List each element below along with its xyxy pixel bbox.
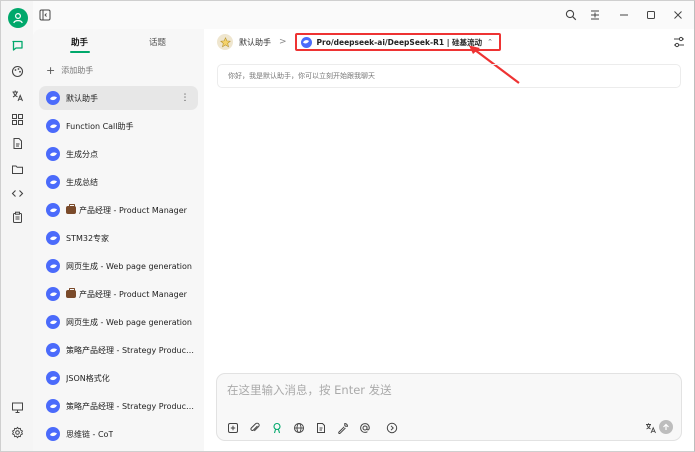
active-tab-indicator [70, 51, 90, 53]
expand-more-icon[interactable] [385, 421, 398, 434]
assistant-label: 产品经理 - Product Manager [79, 205, 187, 215]
assistant-list-item[interactable]: 默认助手 ⋮ [39, 86, 198, 110]
attachment-icon[interactable] [248, 421, 261, 434]
breadcrumb-assistant[interactable]: 默认助手 [239, 37, 271, 48]
plus-icon: + [46, 64, 56, 77]
new-topic-icon[interactable] [226, 421, 239, 434]
assistant-label: 策略产品经理 - Strategy Product Manager [66, 345, 196, 355]
search-icon[interactable] [563, 7, 579, 23]
sidebar-toggle-icon[interactable] [37, 7, 53, 23]
tab-topics[interactable]: 话题 [149, 36, 166, 48]
assistant-list-item[interactable]: 思维链 - CoT [39, 422, 198, 446]
user-avatar[interactable] [8, 8, 28, 28]
minimize-tray-icon[interactable] [587, 7, 603, 23]
user-icon [13, 12, 23, 24]
translate-input-icon[interactable] [644, 421, 657, 434]
translate-icon[interactable] [9, 87, 26, 104]
chat-icon[interactable] [9, 37, 26, 54]
code-icon[interactable] [9, 185, 26, 202]
assistant-list-item[interactable]: 生成总结 [39, 170, 198, 194]
window-minimize-icon[interactable] [616, 7, 632, 23]
mention-icon[interactable] [358, 421, 371, 434]
assistant-logo-icon [46, 427, 60, 441]
assistant-list-item[interactable]: 生成分点 [39, 142, 198, 166]
assistant-star-icon[interactable] [217, 34, 233, 50]
window-close-icon[interactable] [670, 7, 686, 23]
greeting-message: 你好，我是默认助手，你可以立刻开始跟我聊天 [217, 64, 681, 88]
assistant-logo-icon [46, 203, 60, 217]
assistant-logo-icon [46, 231, 60, 245]
assistant-logo-icon [46, 343, 60, 357]
add-assistant-button[interactable]: + 添加助手 [46, 65, 93, 76]
assistant-list-item[interactable]: Function Call助手 [39, 114, 198, 138]
window-maximize-icon[interactable] [643, 7, 659, 23]
assistant-logo-icon [46, 371, 60, 385]
assistant-list-item[interactable]: 产品经理 - Product Manager [39, 282, 198, 306]
assistant-label: 网页生成 - Web page generation [66, 261, 192, 271]
add-assistant-label: 添加助手 [61, 66, 94, 75]
clipboard-icon[interactable] [9, 209, 26, 226]
assistant-label: 网页生成 - Web page generation [66, 317, 192, 327]
chevron-right-icon: > [279, 37, 287, 47]
web-search-icon[interactable] [292, 421, 305, 434]
palette-icon[interactable] [9, 63, 26, 80]
assistant-label: 生成总结 [66, 177, 98, 187]
assistant-logo-icon [46, 147, 60, 161]
message-input[interactable] [217, 374, 681, 408]
chat-area: 默认助手 > Pro/deepseek-ai/DeepSeek-R1 | 硅基流… [204, 29, 694, 451]
briefcase-icon [66, 288, 76, 298]
deep-think-icon[interactable] [270, 421, 283, 434]
assistant-list-item[interactable]: 策略产品经理 - Strategy Product Manager [39, 394, 198, 418]
document-translate-icon[interactable] [9, 135, 26, 152]
assistant-list-item[interactable]: STM32专家 [39, 226, 198, 250]
panel-tabs: 助手 话题 [33, 29, 204, 55]
message-composer [216, 373, 682, 441]
monitor-icon[interactable] [9, 399, 26, 416]
breadcrumb: 默认助手 > Pro/deepseek-ai/DeepSeek-R1 | 硅基流… [217, 33, 520, 84]
more-options-icon[interactable]: ⋮ [178, 91, 192, 105]
assistant-list-item[interactable]: 产品经理 - Product Manager [39, 198, 198, 222]
assistant-label: 产品经理 - Product Manager [79, 289, 187, 299]
apps-grid-icon[interactable] [9, 111, 26, 128]
assistant-logo-icon [46, 91, 60, 105]
assistant-logo-icon [46, 287, 60, 301]
model-logo-icon [300, 36, 312, 48]
assistant-logo-icon [46, 259, 60, 273]
settings-gear-icon[interactable] [9, 424, 26, 441]
assistant-label: Function Call助手 [66, 121, 134, 131]
mcp-tools-icon[interactable] [336, 421, 349, 434]
folder-icon[interactable] [9, 161, 26, 178]
assistant-label: JSON格式化 [66, 373, 110, 383]
assistant-list-item[interactable]: 网页生成 - Web page generation [39, 254, 198, 278]
send-button[interactable] [659, 420, 673, 434]
assistant-list-item[interactable]: 网页生成 - Web page generation [39, 310, 198, 334]
assistant-list-item[interactable]: JSON格式化 [39, 366, 198, 390]
assistant-label: STM32专家 [66, 233, 110, 243]
icon-rail [1, 1, 33, 451]
assistant-logo-icon [46, 175, 60, 189]
assistant-label: 思维链 - CoT [66, 429, 114, 439]
assistant-panel: 助手 话题 + 添加助手 默认助手 ⋮ Function Call助手 生成分点生成总… [33, 29, 204, 451]
assistant-logo-icon [46, 315, 60, 329]
assistant-logo-icon [46, 399, 60, 413]
chat-settings-icon[interactable] [672, 35, 686, 49]
briefcase-icon [66, 204, 76, 214]
app-window: 助手 话题 + 添加助手 默认助手 ⋮ Function Call助手 生成分点生成总… [0, 0, 695, 452]
assistant-label: 生成分点 [66, 149, 98, 159]
assistant-label: 策略产品经理 - Strategy Product Manager [66, 401, 196, 411]
model-label: Pro/deepseek-ai/DeepSeek-R1 | 硅基流动 [316, 37, 483, 47]
assistant-label: 默认助手 [66, 93, 98, 103]
arrow-up-icon [663, 423, 669, 430]
assistant-logo-icon [46, 119, 60, 133]
assistant-list-item[interactable]: 策略产品经理 - Strategy Product Manager [39, 338, 198, 362]
tab-assistants[interactable]: 助手 [71, 36, 88, 48]
knowledge-base-icon[interactable] [314, 421, 327, 434]
